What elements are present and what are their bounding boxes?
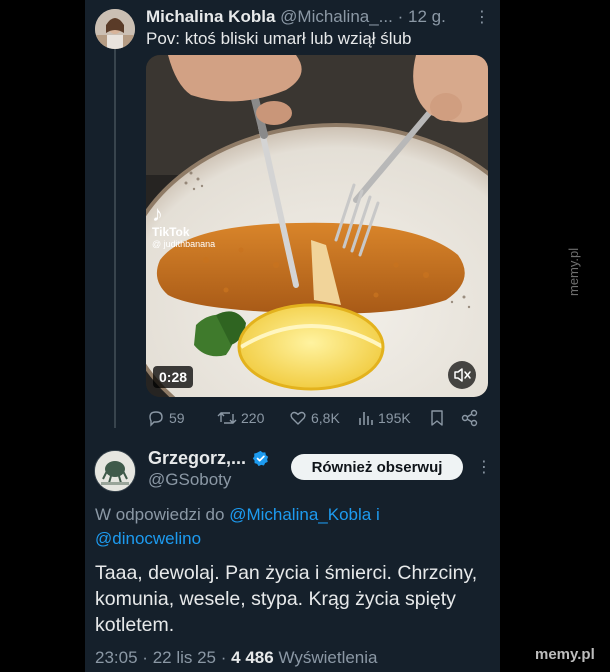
reply-more-options-icon[interactable]: ⋮ (476, 457, 492, 477)
heart-icon (290, 411, 306, 425)
repost-icon (217, 412, 237, 424)
views-count: 195K (378, 410, 411, 426)
views-button[interactable]: 195K (358, 409, 411, 427)
speaker-muted-icon (454, 368, 471, 382)
tweet-text: Pov: ktoś bliski umarł lub wziął ślub (146, 29, 412, 48)
more-options-icon[interactable]: ⋮ (474, 7, 490, 27)
side-watermark: memy.pl (566, 247, 581, 296)
meta-separator: · (220, 648, 227, 667)
reply-author-handle[interactable]: @GSoboty (148, 470, 231, 490)
replying-to-line: W odpowiedzi do @Michalina_Kobla i @dino… (95, 503, 490, 551)
reply-tweet-text: Taaa, dewolaj. Pan życia i śmierci. Chrz… (95, 562, 478, 636)
like-button[interactable]: 6,8K (289, 409, 340, 427)
reply-icon (149, 411, 163, 427)
verified-badge-icon (252, 450, 269, 467)
views-chart-icon (359, 412, 373, 425)
video-duration-badge: 0:28 (153, 366, 194, 388)
reply-time[interactable]: 23:05 (95, 648, 138, 667)
reply-author-name[interactable]: Grzegorz,... (148, 448, 246, 469)
time-separator: · (397, 7, 404, 26)
share-button[interactable] (461, 409, 479, 427)
author-name[interactable]: Michalina Kobla (146, 7, 275, 26)
meta-separator: · (142, 648, 148, 667)
reply-count: 59 (169, 410, 185, 426)
bookmark-icon (431, 410, 443, 426)
author-handle[interactable]: @Michalina_... (280, 7, 393, 26)
mention-link-michalina[interactable]: @Michalina_Kobla (229, 505, 371, 524)
tiktok-watermark: ♪ TikTok @ judithbanana (152, 201, 216, 250)
video-player[interactable]: ♪ TikTok @ judithbanana 0:28 (146, 55, 488, 397)
like-count: 6,8K (311, 410, 340, 426)
mention-link-dinocwelino[interactable]: @dinocwelino (95, 529, 201, 548)
mention-conjunction: i (375, 505, 380, 524)
share-icon (461, 409, 478, 427)
author-avatar[interactable] (95, 9, 135, 49)
repost-button[interactable]: 220 (217, 409, 264, 427)
thread-connector-line (114, 48, 116, 428)
reply-author-name-row: Grzegorz,... (148, 448, 269, 469)
follow-back-button[interactable]: Również obserwuj (291, 454, 463, 480)
reply-button[interactable]: 59 (147, 409, 185, 427)
mute-button[interactable] (448, 361, 476, 389)
tiktok-brand-label: TikTok (152, 225, 190, 239)
tiktok-handle-label: @ judithbanana (152, 239, 216, 249)
tweet-age[interactable]: 12 g. (408, 7, 446, 26)
tiktok-logo-icon: ♪ (152, 201, 163, 226)
reply-views-label: Wyświetlenia (278, 648, 378, 667)
reply-tweet-meta: 23:05 · 22 lis 25 · 4 486 Wyświetlenia (95, 648, 377, 668)
reply-author-avatar[interactable] (94, 450, 136, 492)
repost-count: 220 (241, 410, 265, 426)
bottom-watermark: memy.pl (535, 646, 595, 663)
reply-views-count: 4 486 (231, 648, 274, 667)
reply-date[interactable]: 22 lis 25 (153, 648, 216, 667)
tweet-header: Michalina Kobla @Michalina_... · 12 g. (146, 7, 491, 27)
tweet-thread-panel: Michalina Kobla @Michalina_... · 12 g. ⋮… (85, 0, 500, 672)
bookmark-button[interactable] (429, 409, 445, 427)
replying-to-label: W odpowiedzi do (95, 505, 225, 524)
tweet-actions-bar: 59 220 6,8K 195K (85, 409, 500, 429)
